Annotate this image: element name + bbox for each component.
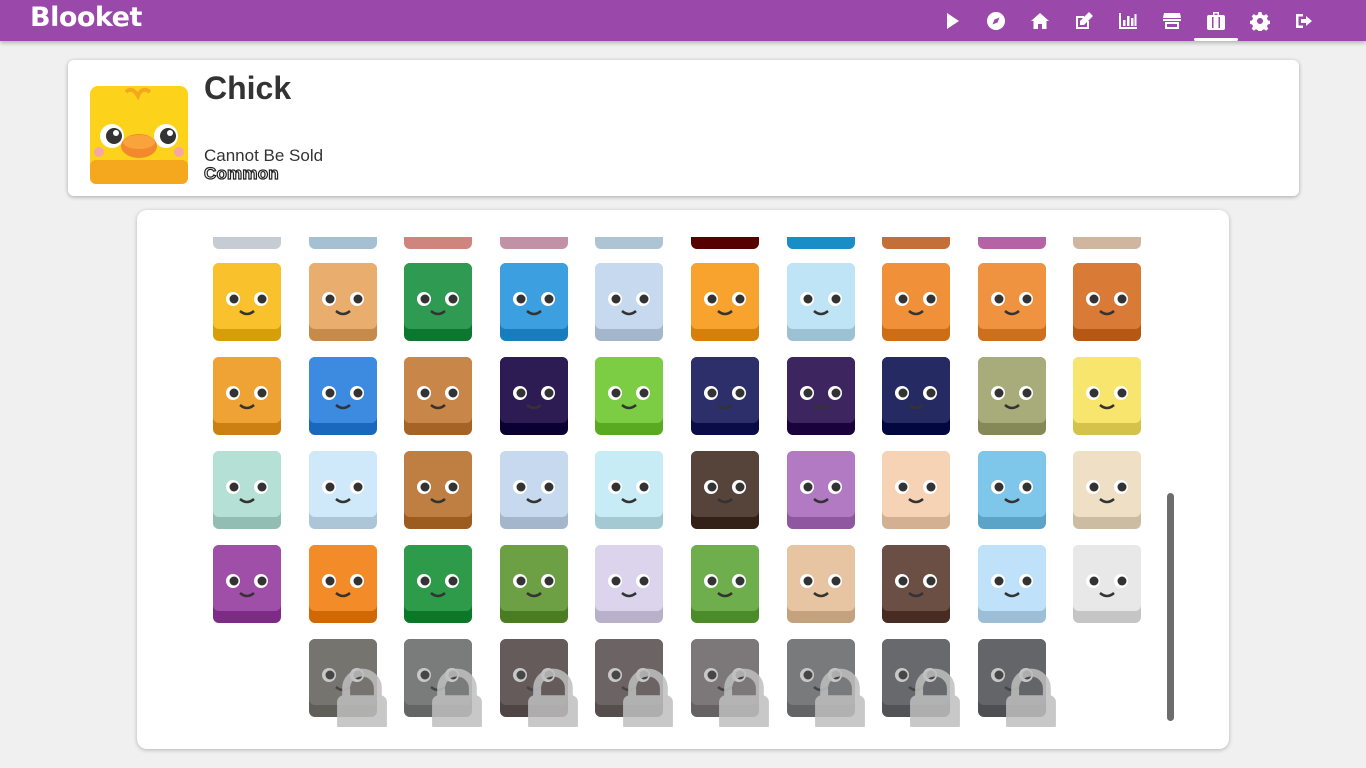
- nav-stats-button[interactable]: [1106, 0, 1150, 41]
- chick-blook-image: [90, 86, 188, 184]
- blook-tile[interactable]: [882, 263, 951, 341]
- blook-sell-status: Cannot Be Sold: [204, 146, 324, 165]
- blook-tile[interactable]: [308, 545, 377, 623]
- blook-tile[interactable]: [595, 451, 664, 529]
- blook-tile-partial[interactable]: [1073, 237, 1142, 249]
- top-navigation-bar: Blooket: [0, 0, 1366, 41]
- blook-tile[interactable]: [786, 357, 855, 435]
- nav-blooks-button[interactable]: [1194, 0, 1238, 41]
- blook-tile[interactable]: [595, 357, 664, 435]
- locked-blook-tile[interactable]: [786, 639, 865, 727]
- blook-tile[interactable]: [404, 545, 473, 623]
- lock-icon: [527, 668, 578, 727]
- edit-icon: [1076, 11, 1093, 29]
- scrollbar[interactable]: [1167, 493, 1174, 721]
- blook-tile-partial[interactable]: [786, 237, 855, 249]
- blook-tile[interactable]: [1073, 545, 1142, 623]
- locked-blook-tile[interactable]: [977, 639, 1056, 727]
- locked-blook-tile[interactable]: [691, 639, 769, 727]
- blook-tile[interactable]: [499, 545, 568, 623]
- logout-icon: [1296, 13, 1312, 28]
- nav-home-button[interactable]: [1018, 0, 1062, 41]
- blooket-logo[interactable]: Blooket: [30, 2, 142, 33]
- locked-blook-tile[interactable]: [499, 639, 578, 727]
- blooks-panel: [137, 210, 1229, 749]
- lock-icon: [432, 668, 483, 727]
- blook-tile[interactable]: [1073, 357, 1142, 435]
- blook-tile-partial[interactable]: [404, 237, 473, 249]
- blook-tile[interactable]: [1073, 451, 1142, 529]
- home-icon: [1031, 12, 1049, 29]
- blook-tile[interactable]: [691, 357, 759, 435]
- blook-tile[interactable]: [213, 263, 281, 341]
- blooks-grid: [213, 237, 1153, 727]
- blook-tile[interactable]: [499, 357, 568, 435]
- nav-play-button[interactable]: [930, 0, 974, 41]
- blook-tile-partial[interactable]: [308, 237, 377, 249]
- blook-tile-partial[interactable]: [691, 237, 759, 249]
- lock-icon: [719, 668, 769, 727]
- blook-tile[interactable]: [786, 263, 855, 341]
- blook-tile[interactable]: [882, 451, 951, 529]
- locked-blook-tile[interactable]: [308, 639, 387, 727]
- blook-tile-partial[interactable]: [977, 237, 1046, 249]
- nav-logout-button[interactable]: [1282, 0, 1326, 41]
- blook-name: Chick: [204, 70, 292, 106]
- blook-tile-partial[interactable]: [213, 237, 281, 249]
- selected-blook-panel: Chick Cannot Be Sold Common: [68, 60, 1299, 196]
- store-icon: [1163, 12, 1181, 29]
- nav-discover-button[interactable]: [974, 0, 1018, 41]
- blook-tile[interactable]: [404, 357, 473, 435]
- blook-tile[interactable]: [977, 263, 1046, 341]
- nav-settings-button[interactable]: [1238, 0, 1282, 41]
- blook-tile[interactable]: [691, 263, 759, 341]
- blook-tile[interactable]: [213, 451, 281, 529]
- blook-tile[interactable]: [213, 357, 281, 435]
- play-icon: [947, 12, 959, 29]
- lock-icon: [623, 668, 674, 727]
- blook-tile[interactable]: [977, 451, 1046, 529]
- bar-chart-icon: [1119, 12, 1137, 29]
- blook-tile[interactable]: [499, 263, 568, 341]
- blook-tile[interactable]: [786, 451, 855, 529]
- lock-icon: [814, 668, 865, 727]
- blook-tile[interactable]: [595, 263, 664, 341]
- briefcase-icon: [1207, 11, 1225, 30]
- blook-tile[interactable]: [213, 545, 281, 623]
- blook-tile[interactable]: [595, 545, 664, 623]
- blook-rarity: Common: [203, 163, 279, 183]
- blook-tile[interactable]: [1073, 263, 1142, 341]
- locked-blook-tile[interactable]: [404, 639, 483, 727]
- blook-tile[interactable]: [308, 451, 377, 529]
- blook-tile[interactable]: [499, 451, 568, 529]
- gear-icon: [1250, 11, 1270, 31]
- blook-tile[interactable]: [308, 357, 377, 435]
- nav-icons: [930, 0, 1326, 41]
- locked-blook-tile[interactable]: [595, 639, 674, 727]
- compass-icon: [987, 11, 1006, 30]
- nav-create-button[interactable]: [1062, 0, 1106, 41]
- blook-tile[interactable]: [977, 357, 1046, 435]
- lock-icon: [910, 668, 961, 727]
- blook-tile[interactable]: [691, 545, 759, 623]
- blook-tile[interactable]: [404, 263, 473, 341]
- blook-tile[interactable]: [308, 263, 377, 341]
- blook-tile[interactable]: [691, 451, 759, 529]
- blook-tile-partial[interactable]: [595, 237, 664, 249]
- blook-tile[interactable]: [977, 545, 1046, 623]
- blook-tile[interactable]: [404, 451, 473, 529]
- blook-tile[interactable]: [882, 357, 951, 435]
- blook-tile[interactable]: [882, 545, 951, 623]
- blook-tile-partial[interactable]: [882, 237, 951, 249]
- nav-market-button[interactable]: [1150, 0, 1194, 41]
- locked-blook-tile[interactable]: [882, 639, 961, 727]
- blook-tile[interactable]: [786, 545, 855, 623]
- lock-icon: [1005, 668, 1056, 727]
- blook-tile-partial[interactable]: [499, 237, 568, 249]
- lock-icon: [336, 668, 387, 727]
